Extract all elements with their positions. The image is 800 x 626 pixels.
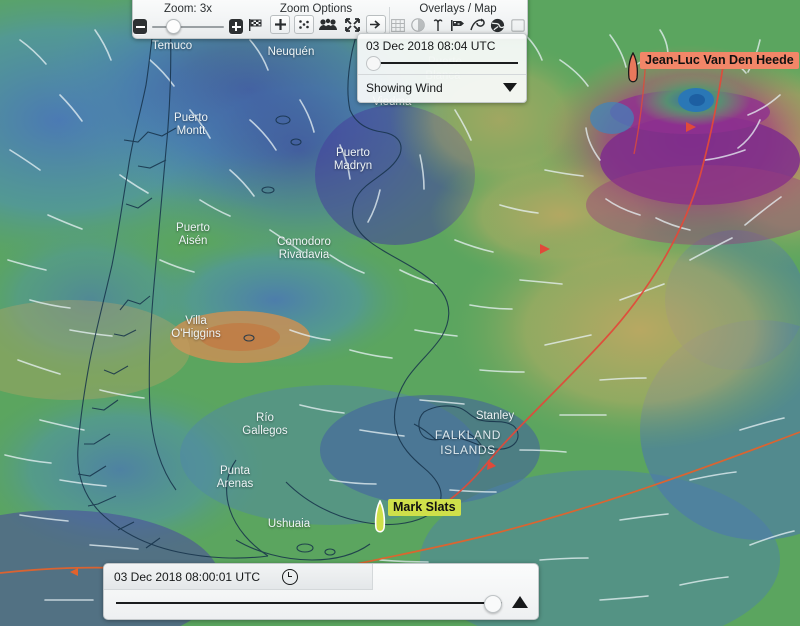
- forecast-slider-knob[interactable]: [366, 56, 381, 71]
- contrast-overlay-icon[interactable]: [410, 16, 427, 34]
- layer-select-label: Showing Wind: [366, 80, 443, 95]
- boat-hull-ms[interactable]: [372, 500, 388, 536]
- forecast-slider-track: [368, 62, 518, 64]
- timeline-timestamp: 03 Dec 2018 08:00:01 UTC: [114, 569, 261, 584]
- track-overlay-icon[interactable]: [469, 16, 486, 34]
- zoom-level-label: Zoom: 3x: [164, 3, 212, 15]
- timeline-header: 03 Dec 2018 08:00:01 UTC: [104, 564, 373, 590]
- forecast-slider[interactable]: [366, 55, 518, 71]
- zoom-group: Zoom: 3x: [133, 0, 243, 38]
- zoom-out-button[interactable]: [133, 19, 148, 34]
- region-label: FALKLAND ISLANDS: [434, 428, 502, 457]
- zoom-to-fit-icon[interactable]: [342, 16, 362, 34]
- wind-barb-overlay-icon[interactable]: [430, 16, 447, 34]
- timeline-slider-track: [116, 602, 502, 604]
- boat-tag-ms[interactable]: Mark Slats: [388, 499, 461, 516]
- next-zoom-icon[interactable]: [366, 15, 386, 34]
- timeline-panel[interactable]: 03 Dec 2018 08:00:01 UTC: [103, 563, 539, 620]
- play-triangle-icon[interactable]: [512, 596, 528, 608]
- zoom-to-fleet-icon[interactable]: [318, 16, 338, 34]
- zoom-in-icon[interactable]: [270, 15, 290, 34]
- boat-hull-jl[interactable]: [625, 52, 641, 86]
- zoom-slider-knob[interactable]: [166, 19, 182, 34]
- overlays-label: Overlays / Map: [419, 3, 497, 15]
- forecast-panel[interactable]: 03 Dec 2018 08:04 UTC Showing Wind: [357, 33, 527, 103]
- grid-overlay-icon[interactable]: [390, 16, 407, 34]
- zoom-to-selection-icon[interactable]: [294, 15, 314, 34]
- zoom-options-label: Zoom Options: [279, 3, 353, 15]
- zoom-in-button[interactable]: [228, 19, 243, 34]
- timeline-slider-knob[interactable]: [484, 595, 502, 613]
- layer-select[interactable]: Showing Wind: [358, 75, 526, 102]
- boat-tag-jl[interactable]: Jean-Luc Van Den Heede: [640, 52, 799, 69]
- zoom-slider-track: [152, 25, 224, 28]
- clock-icon[interactable]: [282, 568, 299, 585]
- timeline-slider[interactable]: [116, 594, 502, 613]
- forecast-timestamp: 03 Dec 2018 08:04 UTC: [366, 39, 496, 53]
- weather-map-app: Temuco Neuquén Puerto Montt Viedma Puert…: [0, 0, 800, 626]
- flag-overlay-icon[interactable]: [450, 16, 467, 34]
- globe-overlay-icon[interactable]: [489, 16, 506, 34]
- chevron-down-icon[interactable]: [503, 83, 517, 92]
- zoom-slider[interactable]: [152, 19, 224, 34]
- blank-overlay-icon[interactable]: [509, 16, 526, 34]
- race-flag-icon[interactable]: [246, 16, 266, 34]
